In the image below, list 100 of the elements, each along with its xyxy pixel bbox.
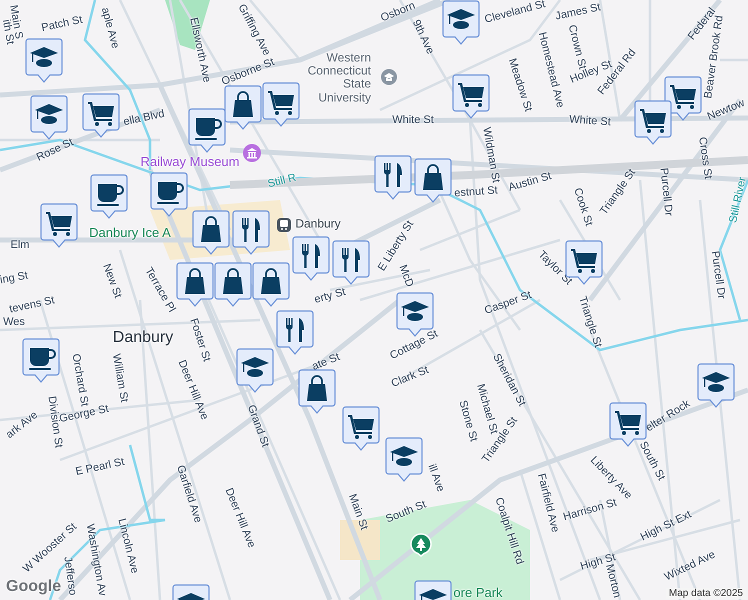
street-label: South St — [636, 440, 668, 482]
street-label: Harrison St — [562, 496, 618, 524]
street-label: Purcell Dr — [657, 167, 675, 217]
shopping-cart-pin[interactable] — [342, 406, 380, 452]
street-label: ate St — [310, 351, 342, 373]
street-label: White St — [568, 114, 612, 128]
park-icon — [410, 533, 432, 557]
shopping-bag-pin[interactable] — [252, 262, 290, 308]
school-pin[interactable] — [385, 437, 423, 483]
coffee-cup-pin[interactable] — [90, 174, 128, 220]
shopping-cart-icon — [268, 91, 294, 115]
shopping-cart-icon — [670, 85, 696, 109]
shopping-bag-pin[interactable] — [298, 369, 336, 415]
shopping-cart-icon — [348, 415, 374, 439]
museum-icon — [242, 143, 262, 163]
shopping-cart-icon — [640, 109, 666, 133]
street-label: aple Ave — [98, 6, 122, 50]
graduation-cap-icon — [702, 372, 730, 392]
shopping-bag-pin[interactable] — [414, 158, 452, 204]
town-label: Danbury — [112, 329, 174, 347]
fork-knife-icon — [302, 244, 320, 268]
shopping-bag-icon — [423, 164, 443, 190]
graduation-cap-icon — [30, 47, 58, 67]
street-label: ing St — [0, 270, 29, 286]
shopping-cart-pin[interactable] — [452, 74, 490, 120]
street-label: Clark St — [390, 364, 430, 390]
street-label: Cross St — [696, 136, 714, 180]
shopping-bag-icon — [223, 268, 243, 294]
street-label: Purcell Dr — [708, 250, 728, 300]
street-label: Foster St — [187, 316, 213, 364]
shopping-bag-icon — [233, 91, 253, 117]
coffee-cup-pin[interactable] — [22, 338, 60, 384]
shopping-bag-icon — [185, 268, 205, 294]
restaurant-pin[interactable] — [276, 310, 314, 356]
river-label: Still River — [727, 176, 748, 224]
street-label: Morton — [603, 562, 623, 600]
shopping-cart-pin[interactable] — [262, 82, 300, 128]
street-label: Jefferso — [61, 556, 79, 596]
arena-label: Danbury Ice A — [89, 226, 171, 240]
graduation-cap-icon — [419, 589, 447, 600]
shopping-bag-pin[interactable] — [176, 262, 214, 308]
street-label: White St — [392, 114, 434, 126]
shopping-bag-icon — [261, 268, 281, 294]
fork-knife-icon — [384, 163, 402, 187]
shopping-bag-pin[interactable] — [214, 262, 252, 308]
school-pin[interactable] — [236, 348, 274, 394]
street-label: tevens St — [8, 294, 56, 316]
street-label: Coalpit Hill Rd — [492, 496, 526, 566]
street-label: Rose St — [34, 136, 76, 164]
street-label: Triangle St — [576, 295, 604, 349]
street-label: elter Rock — [644, 398, 692, 434]
street-label: estnut St — [454, 184, 498, 200]
graduation-cap-icon — [390, 446, 418, 466]
restaurant-pin[interactable] — [332, 240, 370, 286]
shopping-bag-pin[interactable] — [224, 85, 262, 131]
shopping-cart-icon — [615, 411, 641, 435]
coffee-cup-icon — [195, 118, 222, 140]
park-label: ore Park — [453, 586, 503, 600]
street-label: James St — [554, 1, 602, 23]
shopping-cart-icon — [46, 212, 72, 236]
street-label: New St — [100, 262, 124, 300]
street-label: William St — [110, 352, 130, 404]
street-label: Meadow St — [506, 56, 534, 114]
shopping-cart-pin[interactable] — [82, 93, 120, 139]
university-label: Western Connecticut State University — [306, 52, 371, 104]
school-pin[interactable] — [25, 38, 63, 84]
coffee-cup-pin[interactable] — [188, 108, 226, 154]
shopping-cart-pin[interactable] — [634, 100, 672, 146]
street-label: Casper St — [482, 288, 534, 318]
street-label: Stone St — [456, 399, 480, 443]
street-label: ark Ave — [4, 409, 40, 441]
university-icon — [380, 68, 398, 86]
graduation-cap-icon — [177, 593, 205, 600]
school-pin[interactable] — [697, 363, 735, 409]
street-label: 9th Ave — [410, 18, 436, 56]
street-label: ill Ave — [425, 462, 447, 494]
fork-knife-icon — [242, 218, 260, 242]
coffee-cup-icon — [157, 182, 184, 204]
shopping-bag-icon — [307, 375, 327, 401]
street-label: Elm — [10, 238, 30, 252]
restaurant-pin[interactable] — [292, 236, 330, 282]
street-label: Ellsworth Ave — [187, 16, 213, 84]
street-label: ella Blvd — [122, 108, 166, 128]
shopping-cart-pin[interactable] — [40, 203, 78, 249]
shopping-cart-icon — [458, 83, 484, 107]
street-label: Washington Av — [84, 523, 108, 597]
street-label: Cook St — [571, 186, 595, 228]
coffee-cup-icon — [29, 348, 56, 370]
graduation-cap-icon — [35, 104, 63, 124]
graduation-cap-icon — [241, 357, 269, 377]
street-label: Lincoln Ave — [115, 517, 141, 575]
river-label: Still R — [266, 172, 298, 190]
street-label: Main St — [346, 492, 370, 532]
school-pin[interactable] — [442, 0, 480, 46]
street-label: Patch St — [40, 14, 84, 34]
street-label: Wes — [3, 316, 25, 328]
shopping-cart-icon — [571, 249, 597, 273]
street-label: Garfield Ave — [174, 464, 204, 524]
restaurant-pin[interactable] — [374, 155, 412, 201]
fork-knife-icon — [286, 318, 304, 342]
